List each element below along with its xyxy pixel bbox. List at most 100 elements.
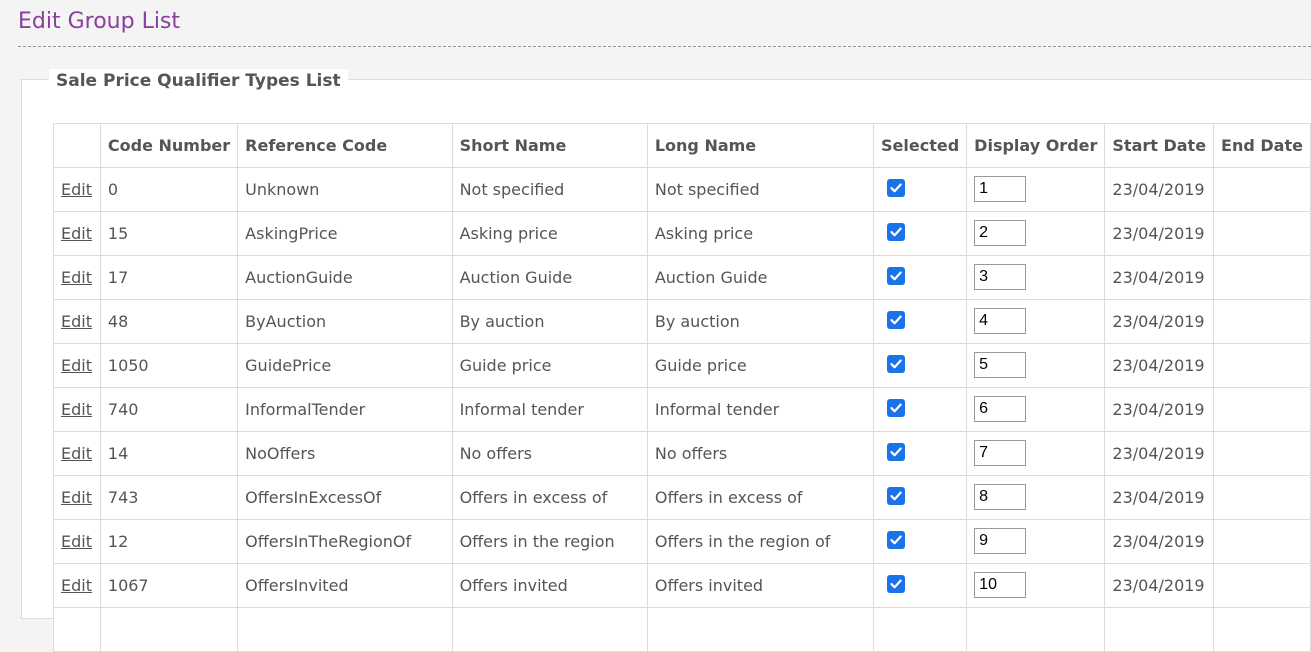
start-date-cell: 23/04/2019	[1104, 255, 1215, 300]
selected-cell	[873, 299, 968, 344]
table-row: Edit 17 AuctionGuide Auction Guide Auction G…	[53, 255, 1311, 300]
selected-checkbox[interactable]	[887, 354, 906, 373]
start-date-cell: 23/04/2019	[1104, 387, 1215, 432]
edit-link[interactable]: Edit	[61, 576, 92, 595]
display-order-input[interactable]	[974, 175, 1027, 202]
long-name-cell: Offers invited	[646, 563, 875, 608]
reference-code-cell: AuctionGuide	[237, 255, 453, 300]
display-order-cell	[966, 343, 1106, 388]
end-date-cell	[1213, 563, 1311, 608]
long-name-cell: Auction Guide	[646, 255, 875, 300]
display-order-input[interactable]	[974, 307, 1027, 334]
header-reference-code: Reference Code	[237, 123, 453, 168]
short-name-cell: Asking price	[451, 211, 648, 256]
edit-cell: Edit	[53, 431, 101, 476]
start-date-cell: 23/04/2019	[1104, 475, 1215, 520]
table-row: Edit 1067 OffersInvited Offers invited Offer…	[53, 563, 1311, 608]
title-divider	[18, 46, 1311, 47]
edit-cell: Edit	[53, 343, 101, 388]
end-date-cell	[1213, 607, 1311, 652]
edit-link[interactable]: Edit	[61, 312, 92, 331]
display-order-cell	[966, 475, 1106, 520]
display-order-input[interactable]	[974, 219, 1027, 246]
end-date-cell	[1213, 255, 1311, 300]
selected-cell	[873, 519, 968, 564]
display-order-input[interactable]	[974, 571, 1027, 598]
short-name-cell: Auction Guide	[451, 255, 648, 300]
edit-link[interactable]: Edit	[61, 268, 92, 287]
display-order-cell	[966, 519, 1106, 564]
edit-link[interactable]: Edit	[61, 224, 92, 243]
selected-checkbox[interactable]	[887, 398, 906, 417]
end-date-cell	[1213, 211, 1311, 256]
edit-cell: Edit	[53, 475, 101, 520]
display-order-input[interactable]	[974, 351, 1027, 378]
edit-link[interactable]: Edit	[61, 356, 92, 375]
edit-link[interactable]: Edit	[61, 532, 92, 551]
edit-link[interactable]: Edit	[61, 180, 92, 199]
edit-link[interactable]: Edit	[61, 400, 92, 419]
short-name-cell: Informal tender	[451, 387, 648, 432]
selected-checkbox[interactable]	[887, 486, 906, 505]
end-date-cell	[1213, 167, 1311, 212]
display-order-cell	[966, 167, 1106, 212]
display-order-input[interactable]	[974, 395, 1027, 422]
selected-checkbox[interactable]	[887, 574, 906, 593]
reference-code-cell: OffersInvited	[237, 563, 453, 608]
code-number-cell: 14	[99, 431, 239, 476]
table-header-row: Code Number Reference Code Short Name Lo…	[53, 123, 1311, 168]
short-name-cell: Offers in excess of	[451, 475, 648, 520]
short-name-cell	[451, 607, 648, 652]
header-short-name: Short Name	[451, 123, 648, 168]
start-date-cell: 23/04/2019	[1104, 167, 1215, 212]
display-order-input[interactable]	[974, 527, 1027, 554]
end-date-cell	[1213, 343, 1311, 388]
selected-checkbox[interactable]	[887, 442, 906, 461]
selected-checkbox[interactable]	[887, 178, 906, 197]
display-order-cell	[966, 431, 1106, 476]
reference-code-cell: GuidePrice	[237, 343, 453, 388]
display-order-input[interactable]	[974, 263, 1027, 290]
short-name-cell: Not specified	[451, 167, 648, 212]
selected-cell	[873, 431, 968, 476]
qualifier-types-table: Code Number Reference Code Short Name Lo…	[53, 123, 1311, 652]
selected-checkbox[interactable]	[887, 222, 906, 241]
short-name-cell: By auction	[451, 299, 648, 344]
start-date-cell	[1104, 607, 1215, 652]
edit-cell: Edit	[53, 167, 101, 212]
table-row: Edit48ByAuctionBy auctionBy auction23/04…	[53, 299, 1311, 344]
panel-legend: Sale Price Qualifier Types List	[49, 69, 348, 93]
display-order-cell	[966, 563, 1106, 608]
edit-link[interactable]: Edit	[61, 488, 92, 507]
edit-cell	[53, 607, 101, 652]
selected-checkbox[interactable]	[887, 266, 906, 285]
table-row: Edit 1050 GuidePrice Guide price Guide price…	[53, 343, 1311, 388]
code-number-cell: 740	[99, 387, 239, 432]
table-row	[53, 607, 1311, 652]
reference-code-cell: OffersInExcessOf	[237, 475, 453, 520]
header-long-name: Long Name	[646, 123, 875, 168]
reference-code-cell: ByAuction	[237, 299, 453, 344]
selected-checkbox[interactable]	[887, 530, 906, 549]
display-order-input[interactable]	[974, 483, 1027, 510]
display-order-input[interactable]	[974, 439, 1027, 466]
selected-cell	[873, 343, 968, 388]
reference-code-cell: InformalTender	[237, 387, 453, 432]
short-name-cell: No offers	[451, 431, 648, 476]
selected-cell	[873, 167, 968, 212]
start-date-cell: 23/04/2019	[1104, 299, 1215, 344]
header-edit	[53, 123, 101, 168]
long-name-cell: Offers in the region of	[646, 519, 875, 564]
display-order-cell	[966, 255, 1106, 300]
code-number-cell: 1050	[99, 343, 239, 388]
table-row: Edit 743 OffersInExcessOf Offers in excess …	[53, 475, 1311, 520]
selected-cell	[873, 475, 968, 520]
edit-cell: Edit	[53, 519, 101, 564]
long-name-cell: By auction	[646, 299, 875, 344]
header-code-number: Code Number	[99, 123, 239, 168]
code-number-cell	[99, 607, 239, 652]
edit-link[interactable]: Edit	[61, 444, 92, 463]
selected-checkbox[interactable]	[887, 310, 906, 329]
display-order-cell	[966, 607, 1106, 652]
reference-code-cell: AskingPrice	[237, 211, 453, 256]
